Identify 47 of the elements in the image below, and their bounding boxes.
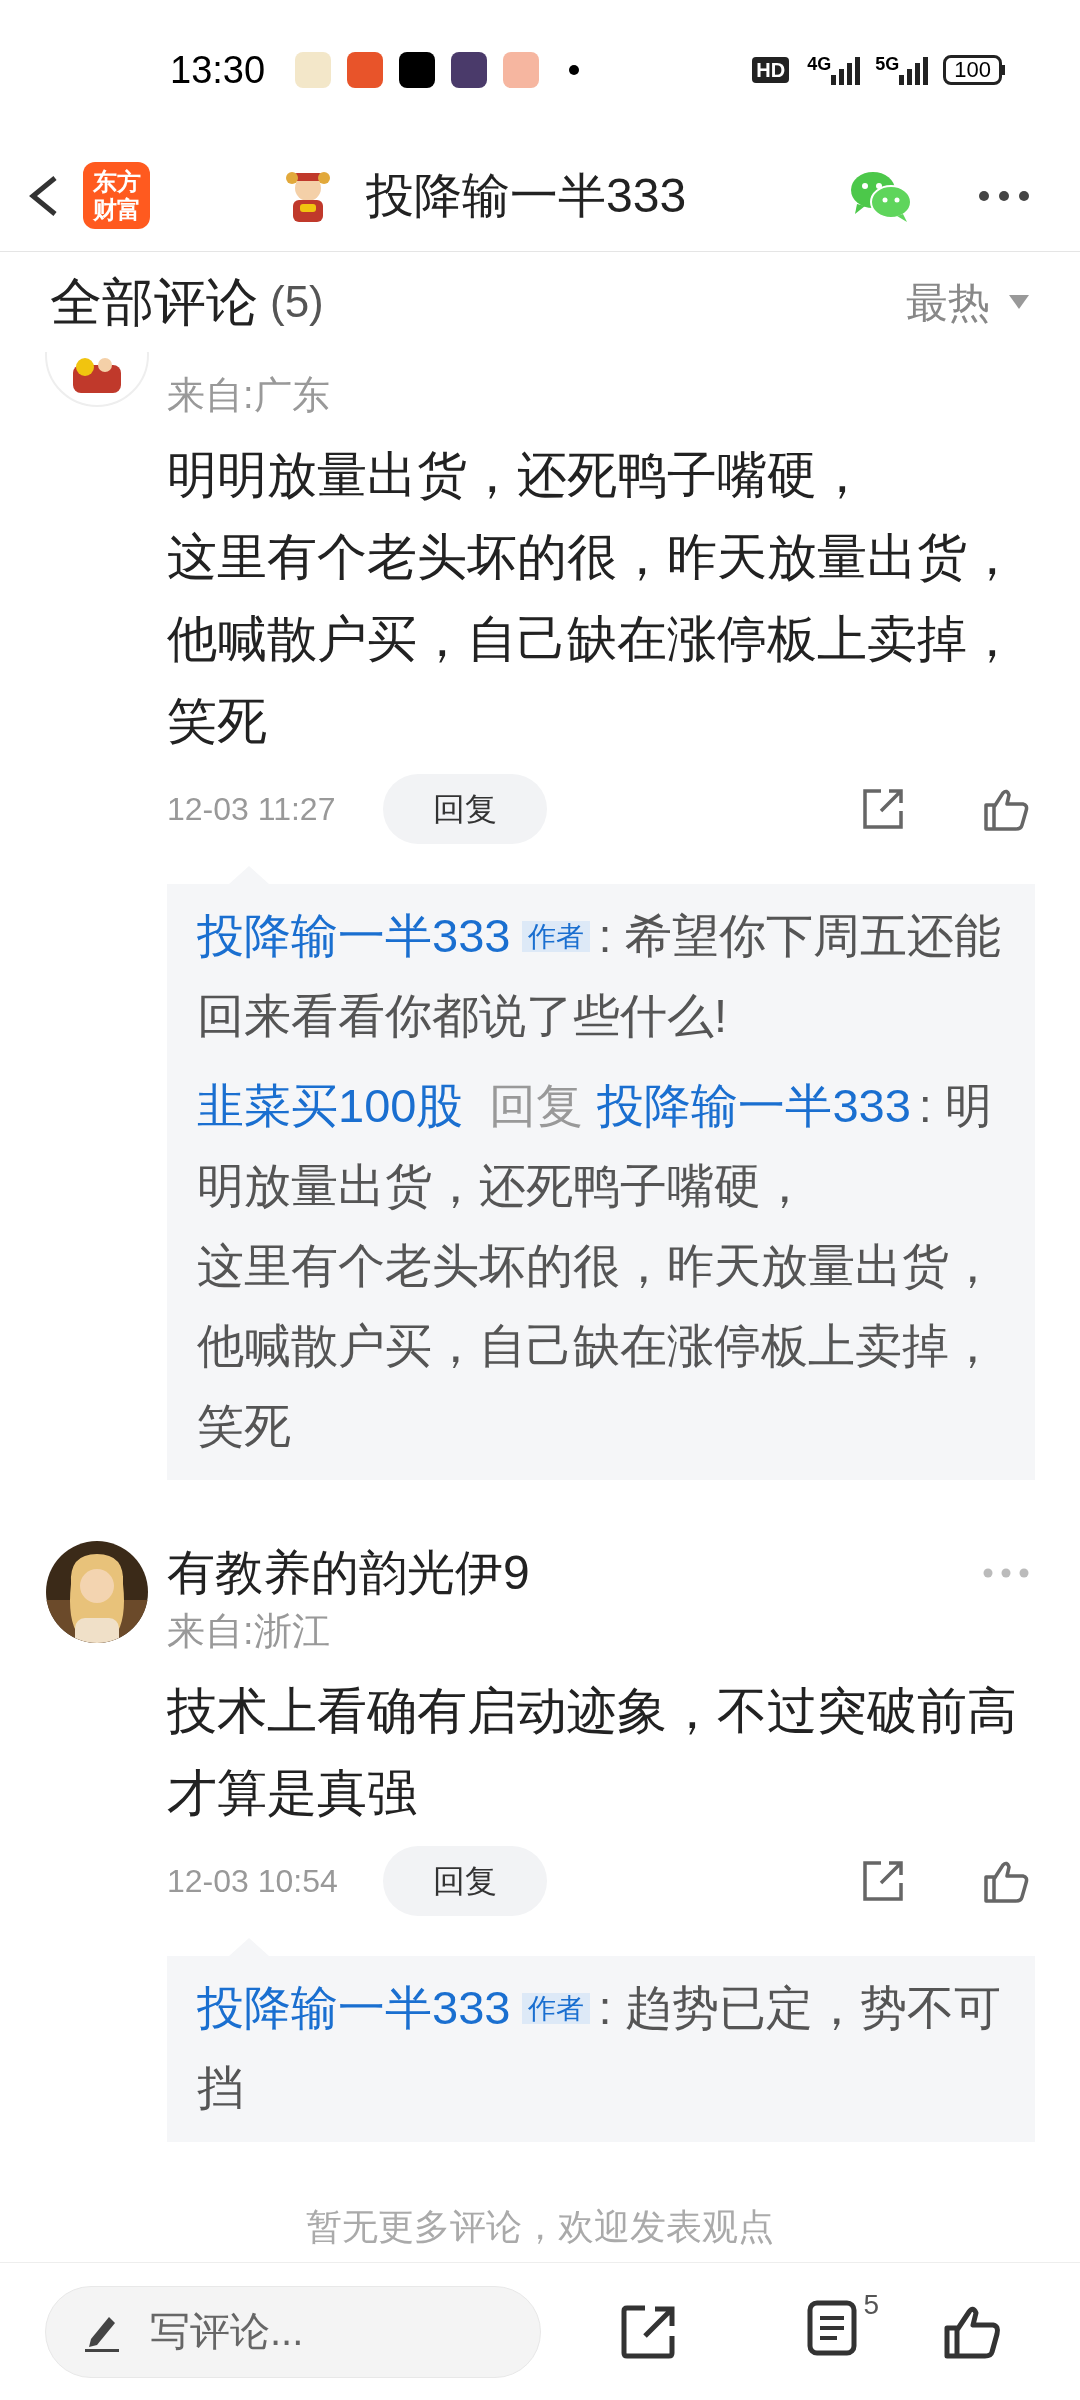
username[interactable]: 投降输一半333 bbox=[597, 1079, 911, 1132]
page-title: 投降输一半333 bbox=[366, 167, 687, 224]
username[interactable]: 韭菜买100股 bbox=[197, 1079, 464, 1132]
username[interactable]: 投降输一半333 bbox=[197, 1981, 511, 2034]
comment-location: 来自:广东 bbox=[167, 373, 331, 418]
signal-icon bbox=[899, 55, 930, 85]
comment-text: 明明放量出货，还死鸭子嘴硬， 这里有个老头坏的很，昨天放量出货， 他喊散户买，自己缺在涨停板上卖掉， 笑死 bbox=[167, 446, 1018, 751]
comment-time: 12-03 11:27 bbox=[167, 790, 337, 829]
more-icon[interactable] bbox=[978, 189, 1030, 202]
like-icon[interactable] bbox=[983, 787, 1029, 831]
reply-text: 投降输一半333 $^{作者}$ : 趋势已定，势不可挡 bbox=[197, 1980, 1002, 2116]
comment-count: (5) bbox=[270, 276, 324, 328]
sort-dropdown[interactable]: 最热 bbox=[906, 270, 1030, 334]
username[interactable]: 投降输一半333 bbox=[197, 909, 511, 962]
section-title: 全部评论 bbox=[50, 272, 258, 333]
reply-text: 韭菜买100股 回复 投降输一半333 : 明明放量出货，还死鸭子嘴硬， 这里有个老头坏的很，昨天放量出货， 他喊散户买，自己缺在涨停板上卖掉， 笑死 bbox=[197, 1078, 997, 1454]
share-icon[interactable] bbox=[861, 787, 905, 831]
clock-time: 13:30 bbox=[170, 47, 266, 93]
share-icon[interactable] bbox=[861, 1859, 905, 1903]
comment-location: 来自:浙江 bbox=[167, 1609, 331, 1654]
app-icon bbox=[295, 52, 332, 88]
author-tag: 作者 bbox=[522, 921, 591, 952]
network-label: 4G bbox=[807, 55, 832, 73]
battery-icon: 100 bbox=[943, 55, 1005, 85]
comment-count-label: 5 bbox=[863, 2288, 879, 2322]
reply-label: 回复 bbox=[489, 1079, 584, 1132]
like-icon[interactable] bbox=[983, 1859, 1029, 1903]
reply-button[interactable]: 回复 bbox=[383, 774, 547, 844]
comment-time: 12-03 10:54 bbox=[167, 1862, 339, 1901]
comments-icon[interactable] bbox=[807, 2300, 857, 2356]
app-icon bbox=[503, 52, 540, 88]
username[interactable]: 有教养的韵光伊9 bbox=[167, 1537, 530, 1609]
app-logo: 东方 财富 bbox=[83, 162, 150, 229]
comment-input[interactable]: 写评论... bbox=[45, 2285, 541, 2378]
app-icon bbox=[399, 52, 436, 88]
hd-badge: HD bbox=[752, 57, 790, 83]
network-label: 5G bbox=[875, 55, 900, 73]
caret-icon bbox=[1008, 294, 1030, 310]
app-icon bbox=[347, 52, 384, 88]
comment-text: 技术上看确有启动迹象，不过突破前高才算是真强 bbox=[167, 1682, 1018, 1823]
reply-button[interactable]: 回复 bbox=[383, 1846, 547, 1916]
reply-text: 投降输一半333 $^{作者}$ : 希望你下周五还能回来看看你都说了些什么! bbox=[197, 908, 1002, 1044]
end-of-comments-note: 暂无更多评论，欢迎发表观点 bbox=[305, 2205, 775, 2249]
app-icon bbox=[451, 52, 488, 88]
signal-icon bbox=[831, 55, 862, 85]
share-icon[interactable] bbox=[621, 2303, 677, 2360]
author-tag: 作者 bbox=[522, 1993, 591, 2024]
